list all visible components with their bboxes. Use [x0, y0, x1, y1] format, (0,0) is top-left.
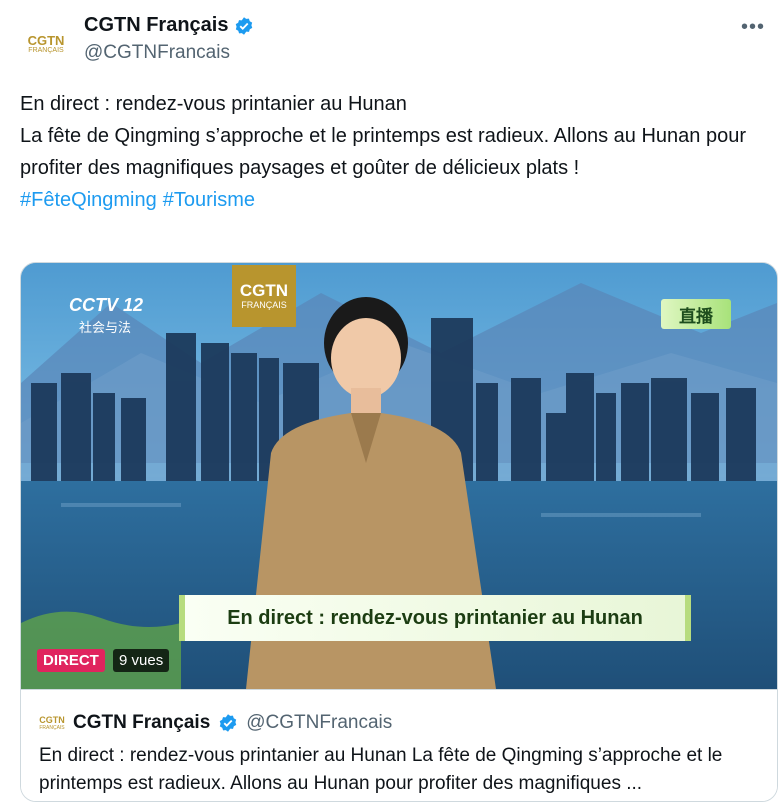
tweet-text: En direct : rendez-vous printanier au Hu… [20, 88, 765, 216]
verified-badge-icon [236, 16, 253, 35]
tweet-header: CGTN FRANÇAIS CGTN Français @CGTNFrancai… [20, 10, 765, 72]
name-row: CGTN Français [84, 14, 254, 37]
avatar-logo-text: CGTN [27, 32, 65, 48]
avatar[interactable]: CGTN FRANÇAIS [20, 18, 72, 70]
user-handle[interactable]: @CGTNFrancais [84, 42, 230, 64]
media-card[interactable]: CGTN FRANÇAIS CCTV 12 社会与法 直播 En direct … [20, 262, 778, 802]
quoted-avatar-text: CGTN [39, 714, 65, 725]
channel-subtitle: 社会与法 [79, 320, 132, 335]
quoted-avatar: CGTN FRANÇAIS [39, 713, 65, 733]
more-options-icon[interactable]: ••• [741, 16, 765, 39]
channel-logo: CCTV 12 [69, 295, 144, 315]
quoted-display-name[interactable]: CGTN Français [73, 712, 210, 734]
live-tag: 直播 [661, 299, 731, 329]
hashtag-link[interactable]: #Tourisme [163, 189, 255, 211]
logo-subtext: FRANÇAIS [241, 300, 287, 310]
view-count: 9 vues [113, 649, 170, 672]
display-name[interactable]: CGTN Français [84, 14, 228, 37]
tweet-line-body: La fête de Qingming s’approche et le pri… [20, 125, 746, 179]
cgtn-logo: CGTN FRANÇAIS [232, 265, 296, 327]
quoted-tweet-header: CGTN FRANÇAIS CGTN Français @CGTNFrancai… [39, 712, 392, 734]
lower-third-banner: En direct : rendez-vous printanier au Hu… [179, 595, 691, 641]
quoted-text: En direct : rendez-vous printanier au Hu… [39, 745, 723, 794]
quoted-tweet[interactable]: CGTN FRANÇAIS CGTN Français @CGTNFrancai… [21, 689, 777, 801]
quoted-avatar-subtext: FRANÇAIS [39, 724, 65, 731]
hashtags: #FêteQingming #Tourisme [20, 184, 765, 216]
tweet-line-title: En direct : rendez-vous printanier au Hu… [20, 93, 407, 115]
live-badge: DIRECT [37, 649, 105, 672]
logo-text: CGTN [239, 281, 289, 300]
banner-text: En direct : rendez-vous printanier au Hu… [227, 606, 643, 629]
verified-badge-icon [220, 714, 237, 732]
video-player[interactable]: CGTN FRANÇAIS CCTV 12 社会与法 直播 En direct … [21, 263, 777, 689]
hashtag-link[interactable]: #FêteQingming [20, 189, 157, 211]
avatar-logo-subtext: FRANÇAIS [28, 46, 64, 54]
quoted-handle[interactable]: @CGTNFrancais [246, 712, 392, 734]
